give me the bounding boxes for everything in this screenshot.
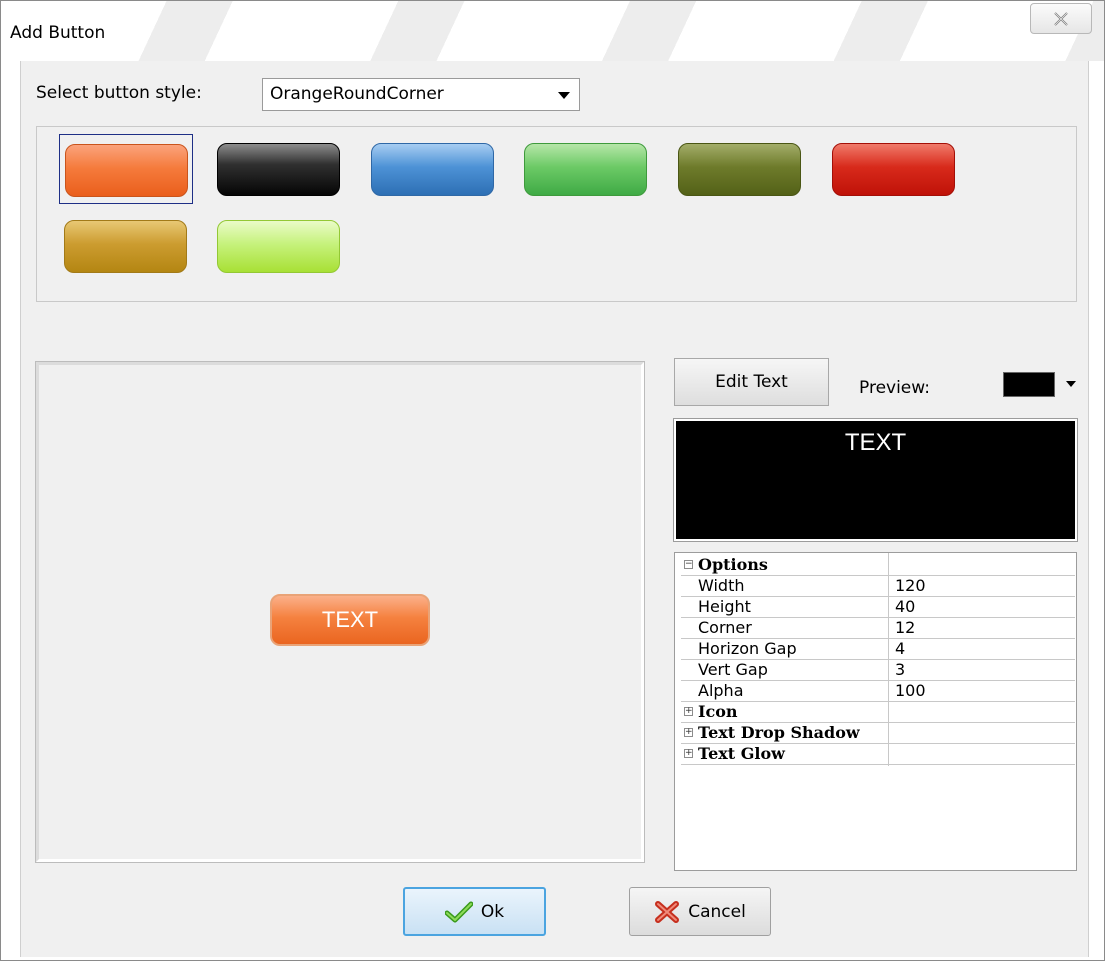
ok-button[interactable]: Ok (403, 887, 546, 936)
collapse-icon[interactable]: − (684, 560, 693, 569)
category-options[interactable]: − Options (681, 555, 1075, 576)
close-icon (1054, 11, 1068, 26)
green-button-style (524, 143, 647, 196)
edit-text-button[interactable]: Edit Text (674, 358, 829, 406)
preview-label: Preview: (859, 378, 930, 398)
category-text-drop-shadow[interactable]: + Text Drop Shadow (681, 723, 1075, 744)
red-button-style (832, 143, 955, 196)
expand-icon[interactable]: + (684, 728, 693, 737)
category-icon[interactable]: + Icon (681, 702, 1075, 723)
text-preview-panel: TEXT (673, 418, 1078, 542)
preview-color-swatch[interactable] (1003, 372, 1055, 397)
style-label: Select button style: (36, 83, 202, 103)
blue-button-style (371, 143, 494, 196)
chevron-down-icon[interactable] (558, 92, 570, 99)
property-row-vert-gap[interactable]: Vert Gap 3 (681, 660, 1075, 681)
property-row-horizon-gap[interactable]: Horizon Gap 4 (681, 639, 1075, 660)
cancel-button[interactable]: Cancel (629, 887, 771, 936)
ok-label: Ok (480, 901, 505, 922)
style-swatch-olive[interactable] (673, 134, 807, 204)
cancel-x-icon (655, 900, 680, 923)
checkmark-icon (444, 901, 473, 922)
window-title: Add Button (10, 23, 106, 43)
close-button[interactable] (1030, 3, 1092, 34)
canvas-button-text: TEXT (321, 607, 379, 632)
style-swatch-lime[interactable] (212, 211, 346, 281)
black-button-style (217, 143, 340, 196)
property-row-corner[interactable]: Corner 12 (681, 618, 1075, 639)
color-dropdown-chevron-icon[interactable] (1066, 381, 1076, 387)
expand-icon[interactable]: + (684, 707, 693, 716)
property-grid-divider[interactable] (888, 553, 889, 766)
style-swatch-gold[interactable] (59, 211, 193, 281)
title-bar[interactable]: Add Button (1, 1, 1104, 61)
text-preview-text: TEXT (844, 429, 907, 456)
style-swatch-red[interactable] (827, 134, 961, 204)
style-select[interactable]: OrangeRoundCorner (262, 78, 580, 111)
style-swatch-black[interactable] (212, 134, 346, 204)
style-swatch-green[interactable] (519, 134, 653, 204)
style-swatch-blue[interactable] (366, 134, 500, 204)
canvas-button-preview[interactable]: TEXT (270, 594, 430, 646)
orange-button-style (65, 144, 188, 197)
cancel-label: Cancel (688, 901, 746, 922)
expand-icon[interactable]: + (684, 749, 693, 758)
property-row-alpha[interactable]: Alpha 100 (681, 681, 1075, 702)
style-select-value: OrangeRoundCorner (270, 84, 444, 104)
edit-text-label: Edit Text (715, 372, 788, 392)
property-grid: − Options Width 120 Height 40 Corner 12 … (674, 552, 1077, 871)
category-text-glow[interactable]: + Text Glow (681, 744, 1075, 765)
property-row-width[interactable]: Width 120 (681, 576, 1075, 597)
style-swatch-orange[interactable] (59, 134, 193, 204)
olive-button-style (678, 143, 801, 196)
gold-button-style (64, 220, 187, 273)
property-row-height[interactable]: Height 40 (681, 597, 1075, 618)
lime-button-style (217, 220, 340, 273)
